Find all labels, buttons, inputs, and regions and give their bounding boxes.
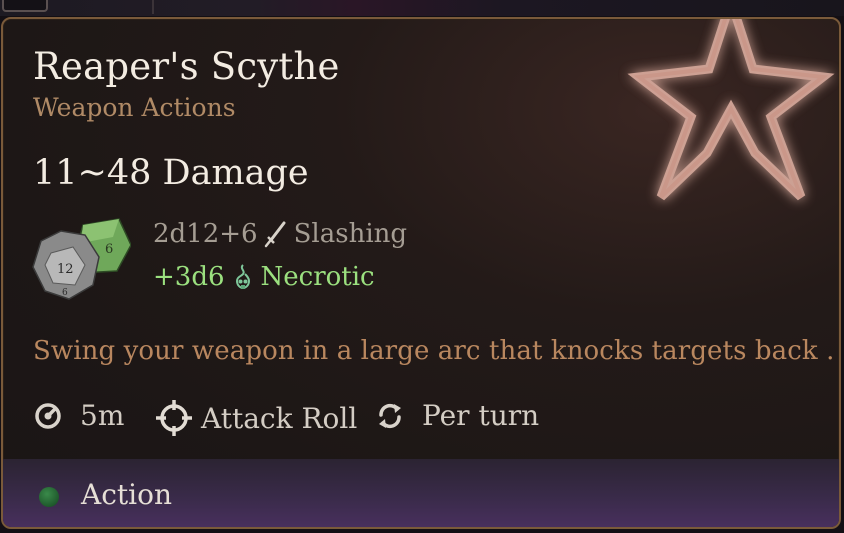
damage-dice: 2d12+6 [153, 219, 258, 249]
background-strip [0, 0, 844, 16]
action-cost-label: Action [81, 478, 172, 511]
damage-type: Necrotic [260, 262, 375, 292]
sword-icon [264, 221, 286, 248]
range-label: 5m [80, 399, 125, 432]
range-icon [35, 402, 61, 429]
spell-title: Reaper's Scythe [33, 45, 340, 88]
d12-face-number: 12 [57, 262, 74, 277]
damage-dice: +3d6 [153, 262, 225, 292]
d12-icon: 12 6 [32, 230, 100, 300]
spell-category: Weapon Actions [33, 93, 236, 122]
damage-type: Slashing [293, 219, 408, 249]
property-range: 5m [33, 399, 124, 432]
tooltip-panel: Reaper's Scythe Weapon Actions 11~48 Dam… [1, 17, 841, 529]
hotbar-tab[interactable] [2, 0, 48, 12]
hotbar-divider [152, 0, 154, 14]
reaper-emblem-icon [627, 19, 835, 201]
dice-icon: 6 12 6 [32, 218, 131, 300]
skull-icon [235, 264, 250, 290]
property-attack-roll: Attack Roll [155, 399, 357, 437]
damage-line-slashing: 2d12+6 Slashing [153, 219, 407, 249]
spell-description: Swing your weapon in a large arc that kn… [33, 336, 835, 366]
action-dot-icon [39, 487, 59, 507]
attack-roll-label: Attack Roll [201, 401, 358, 435]
recharge-icon [379, 403, 401, 428]
d6-face-number: 6 [105, 242, 113, 257]
damage-line-necrotic: +3d6 Necrotic [153, 262, 375, 292]
property-recharge: Per turn [375, 399, 539, 432]
recharge-label: Per turn [422, 399, 540, 432]
crosshair-icon [156, 400, 192, 436]
game-screen: Reaper's Scythe Weapon Actions 11~48 Dam… [0, 0, 844, 533]
damage-range: 11~48 Damage [33, 153, 309, 193]
d12-side-number: 6 [62, 288, 68, 298]
